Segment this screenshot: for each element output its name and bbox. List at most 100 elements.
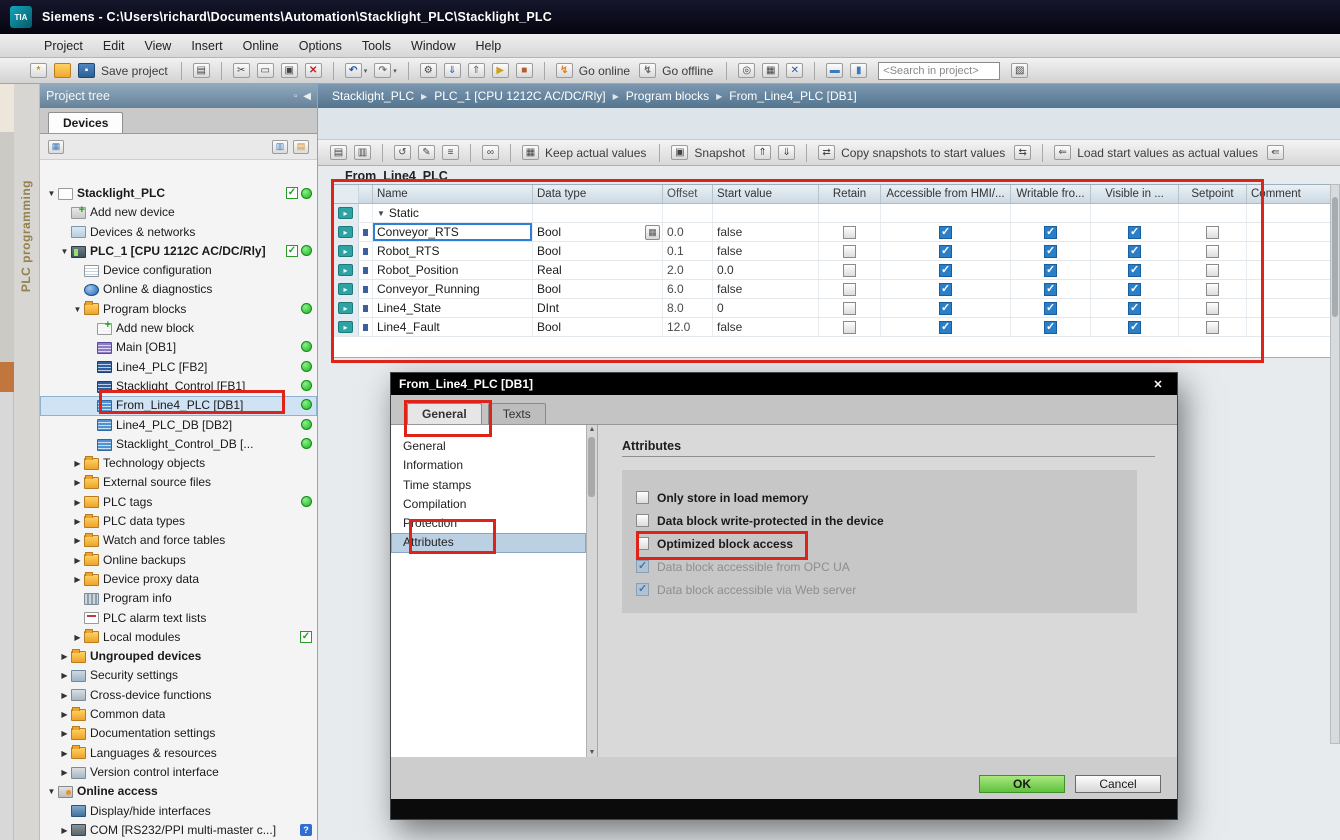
accessible-hmi-checkbox[interactable] — [939, 321, 952, 334]
accessible-hmi-checkbox[interactable] — [939, 226, 952, 239]
writable-checkbox[interactable] — [1044, 321, 1057, 334]
breadcrumb-item[interactable]: PLC_1 [CPU 1212C AC/DC/Rly] — [430, 89, 609, 103]
dialog-nav-item[interactable]: General — [391, 437, 586, 456]
name-cell[interactable]: ▼ Conveyor_RTS — [373, 223, 533, 241]
accessible-hmi-checkbox[interactable] — [939, 302, 952, 315]
split-vertical-icon[interactable]: ▮ — [850, 63, 867, 78]
visible-checkbox[interactable] — [1128, 226, 1141, 239]
writable-cell[interactable] — [1011, 242, 1091, 260]
column-header[interactable]: Accessible from HMI/... — [881, 185, 1011, 203]
pin-panel-icon[interactable]: ▫ — [294, 91, 298, 102]
tree-item[interactable]: Line4_PLC [FB2] ✓ ? — [40, 358, 317, 377]
toolbar-button[interactable]: ↯ ▾ Go online — [554, 62, 634, 79]
setpoint-cell[interactable] — [1179, 242, 1247, 260]
menu-item[interactable]: Tools — [352, 36, 401, 56]
editor-toolbar-label[interactable]: Snapshot — [694, 146, 745, 160]
breadcrumb-item[interactable]: Program blocks — [622, 89, 713, 103]
comment-cell[interactable] — [1247, 204, 1339, 222]
open-project-icon[interactable] — [54, 63, 71, 78]
start-value-cell[interactable]: 0 — [713, 299, 819, 317]
tree-expand-arrow[interactable]: ▶ — [72, 570, 83, 589]
accessible-hmi-cell[interactable] — [881, 242, 1011, 260]
toolbar-button[interactable]: ■ ▾ — [514, 62, 535, 79]
tree-expand-arrow[interactable]: ▶ — [59, 686, 70, 705]
menu-item[interactable]: Project — [34, 36, 93, 56]
table-row[interactable]: ▸ ▼ Robot_RTS Bool ▦ 0.1 false — [333, 242, 1339, 261]
writable-checkbox[interactable] — [1044, 264, 1057, 277]
modify-values-icon[interactable]: ✎ — [418, 145, 435, 160]
retain-checkbox[interactable] — [843, 321, 856, 334]
tree-item[interactable]: ▶ PLC data types ✓ ? — [40, 512, 317, 531]
dialog-nav-scrollbar[interactable]: ▲ ▼ — [587, 425, 598, 757]
accessible-hmi-checkbox[interactable] — [939, 264, 952, 277]
comment-cell[interactable] — [1247, 223, 1339, 241]
data-type-picker-button[interactable]: ▦ — [645, 225, 660, 240]
menu-item[interactable]: Insert — [181, 36, 232, 56]
visible-cell[interactable] — [1091, 261, 1179, 279]
toolbar-button[interactable]: ▭ ▾ — [255, 62, 276, 79]
dropdown-caret-icon[interactable]: ▾ — [364, 67, 368, 75]
tree-expand-arrow[interactable]: ▶ — [59, 724, 70, 743]
toolbar-button-label[interactable]: Save project — [101, 64, 168, 78]
visible-cell[interactable] — [1091, 318, 1179, 336]
tree-item[interactable]: Add new device ✓ ? — [40, 203, 317, 222]
go-offline-icon[interactable]: ↯ — [639, 63, 656, 78]
toolbar-button-label[interactable]: Go offline — [662, 64, 713, 78]
column-header[interactable]: Retain — [819, 185, 881, 203]
tree-item[interactable]: ▼ Program blocks ✓ ? — [40, 300, 317, 319]
editor-toolbar-button[interactable]: ▥ — [352, 144, 373, 161]
toolbar-button[interactable]: ⇓ ▾ — [442, 62, 463, 79]
toolbar-button[interactable]: ↯ ▾ Go offline — [637, 62, 717, 79]
data-type-cell[interactable]: ▦ — [533, 204, 663, 222]
tree-item[interactable]: ▶ Common data ✓ ? — [40, 705, 317, 724]
dialog-nav-item[interactable]: Attributes — [391, 533, 586, 552]
name-cell[interactable]: ▼ Robot_Position — [373, 261, 533, 279]
toolbar-button[interactable]: ▾ — [402, 61, 415, 81]
search-input[interactable] — [878, 62, 1000, 80]
toolbar-button[interactable]: ▬ ▾ — [824, 62, 845, 79]
redo-icon[interactable]: ↷ — [374, 63, 391, 78]
data-type-cell[interactable]: Bool ▦ — [533, 242, 663, 260]
toolbar-button[interactable]: ▾ — [538, 61, 551, 81]
retain-cell[interactable] — [819, 261, 881, 279]
copy-icon[interactable]: ▭ — [257, 63, 274, 78]
tree-expand-arrow[interactable]: ▶ — [72, 473, 83, 492]
editor-toolbar-button[interactable] — [800, 143, 813, 163]
dialog-title-bar[interactable]: From_Line4_PLC [DB1] ✕ — [391, 373, 1177, 395]
group-expand-icon[interactable]: ▼ — [377, 209, 385, 218]
copy-snapshots-all-icon[interactable]: ⇆ — [1014, 145, 1031, 160]
setpoint-cell[interactable] — [1179, 280, 1247, 298]
data-type-cell[interactable]: DInt ▦ — [533, 299, 663, 317]
compile-icon[interactable]: ⚙ — [420, 63, 437, 78]
comment-cell[interactable] — [1247, 299, 1339, 317]
tree-item[interactable]: ▶ COM [RS232/PPI multi-master c...] ✓ ? — [40, 821, 317, 840]
writable-cell[interactable] — [1011, 280, 1091, 298]
editor-toolbar-button[interactable] — [504, 143, 517, 163]
scrollbar-thumb[interactable] — [1332, 197, 1338, 317]
setpoint-cell[interactable] — [1179, 318, 1247, 336]
tree-item[interactable]: ▶ Languages & resources ✓ ? — [40, 744, 317, 763]
tree-item[interactable]: Program info ✓ ? — [40, 589, 317, 608]
start-simulation-icon[interactable]: ▦ — [762, 63, 779, 78]
toolbar-button[interactable]: ▾ — [808, 61, 821, 81]
accessible-hmi-cell[interactable] — [881, 280, 1011, 298]
toolbar-button[interactable]: ▤ ▾ — [191, 62, 212, 79]
toolbar-button[interactable]: ▣ ▾ — [279, 62, 300, 79]
tree-expand-arrow[interactable]: ▶ — [59, 666, 70, 685]
tree-expand-arrow[interactable]: ▶ — [59, 763, 70, 782]
dialog-nav-item[interactable]: Information — [391, 456, 586, 475]
tree-item[interactable]: ▶ Device proxy data ✓ ? — [40, 570, 317, 589]
attribute-checkbox[interactable] — [636, 560, 649, 573]
diagram-view-icon[interactable]: ▤ — [293, 140, 309, 154]
tree-item[interactable]: Line4_PLC_DB [DB2] ✓ ? — [40, 416, 317, 435]
editor-toolbar-button[interactable] — [376, 143, 389, 163]
column-header[interactable]: Setpoint — [1179, 185, 1247, 203]
writable-checkbox[interactable] — [1044, 245, 1057, 258]
attribute-checkbox[interactable] — [636, 514, 649, 527]
menu-item[interactable]: Window — [401, 36, 465, 56]
tree-item[interactable]: ▶ Local modules ✓ ? — [40, 628, 317, 647]
monitor-icon[interactable]: ∞ — [482, 145, 499, 160]
column-header[interactable]: Offset — [663, 185, 713, 203]
dialog-nav-item[interactable]: Protection — [391, 514, 586, 533]
dialog-checkbox-row[interactable]: Data block accessible via Web server — [636, 578, 1123, 601]
